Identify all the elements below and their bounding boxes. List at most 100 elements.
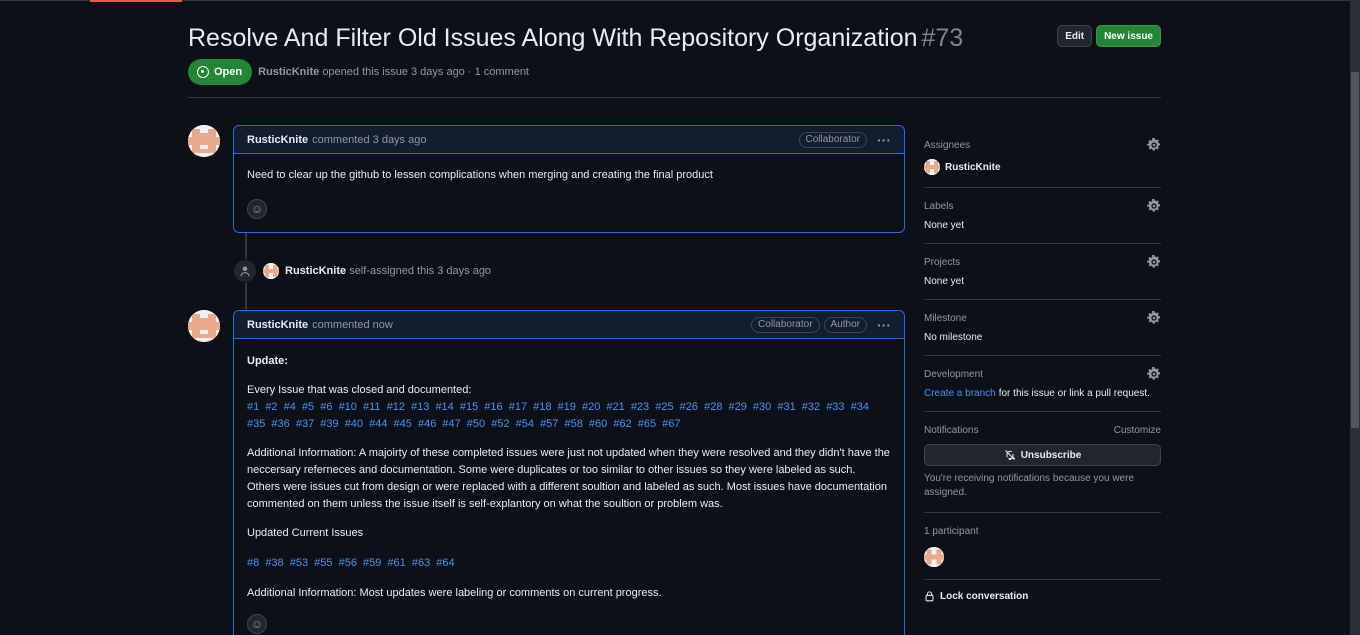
comment-author[interactable]: RusticKnite: [247, 134, 308, 146]
issue-reference-link[interactable]: #10: [339, 401, 357, 413]
scrollbar[interactable]: [1350, 0, 1360, 635]
issue-reference-link[interactable]: #46: [418, 418, 436, 430]
issue-reference-link[interactable]: #23: [631, 401, 649, 413]
comment-text: Need to clear up the github to lessen co…: [247, 169, 713, 181]
gear-icon[interactable]: [1147, 255, 1161, 269]
issue-reference-link[interactable]: #2: [265, 401, 277, 413]
issue-reference-link[interactable]: #18: [533, 401, 551, 413]
lock-conversation-link[interactable]: Lock conversation: [924, 580, 1161, 602]
issue-reference-link[interactable]: #11: [363, 401, 381, 413]
issue-sidebar: Assignees RusticKnite Labels None yet Pr…: [924, 127, 1161, 602]
issue-reference-link[interactable]: #60: [589, 418, 607, 430]
issue-reference-link[interactable]: #16: [484, 401, 502, 413]
issue-reference-link[interactable]: #64: [436, 557, 454, 569]
assignees-label: Assignees: [924, 139, 971, 151]
issue-reference-link[interactable]: #44: [369, 418, 387, 430]
issue-reference-link[interactable]: #61: [387, 557, 405, 569]
issue-reference-link[interactable]: #34: [851, 401, 869, 413]
projects-label: Projects: [924, 256, 961, 268]
comment-author[interactable]: RusticKnite: [247, 319, 308, 331]
gear-icon[interactable]: [1147, 367, 1161, 381]
issue-reference-link[interactable]: #32: [802, 401, 820, 413]
edit-button[interactable]: Edit: [1057, 25, 1093, 47]
new-issue-button[interactable]: New issue: [1096, 25, 1161, 47]
issue-reference-link[interactable]: #33: [826, 401, 844, 413]
top-border: [0, 0, 1350, 1]
issue-reference-link[interactable]: #40: [345, 418, 363, 430]
comment-timestamp[interactable]: commented now: [312, 319, 393, 331]
issue-reference-link[interactable]: #25: [655, 401, 673, 413]
issue-reference-link[interactable]: #45: [394, 418, 412, 430]
issue-reference-link[interactable]: #29: [729, 401, 747, 413]
issue-reference-link[interactable]: #36: [271, 418, 289, 430]
assignee-name[interactable]: RusticKnite: [945, 162, 1001, 173]
status-label: Open: [214, 66, 243, 78]
issue-reference-link[interactable]: #52: [491, 418, 509, 430]
issue-reference-link[interactable]: #21: [606, 401, 624, 413]
scrollbar-thumb[interactable]: [1351, 72, 1359, 428]
avatar[interactable]: [188, 310, 220, 342]
issue-reference-link[interactable]: #38: [265, 557, 283, 569]
issue-reference-link[interactable]: #37: [296, 418, 314, 430]
issue-reference-link[interactable]: #15: [460, 401, 478, 413]
event-author[interactable]: RusticKnite: [285, 265, 346, 277]
comment-timestamp[interactable]: commented 3 days ago: [312, 134, 426, 146]
kebab-menu-icon[interactable]: ···: [877, 317, 891, 333]
bell-slash-icon: [1004, 450, 1016, 461]
issue-reference-link[interactable]: #28: [704, 401, 722, 413]
avatar[interactable]: [188, 125, 220, 157]
issue-reference-link[interactable]: #8: [247, 557, 259, 569]
labels-value: None yet: [924, 220, 965, 231]
gear-icon[interactable]: [1147, 138, 1161, 152]
unsubscribe-button[interactable]: Unsubscribe: [924, 444, 1161, 466]
issue-author-link[interactable]: RusticKnite: [258, 66, 319, 78]
status-badge: Open: [188, 59, 253, 85]
issue-reference-link[interactable]: #4: [284, 401, 296, 413]
add-reaction-icon[interactable]: ☺: [247, 199, 267, 219]
issue-reference-link[interactable]: #62: [613, 418, 631, 430]
add-reaction-icon[interactable]: ☺: [247, 614, 267, 634]
kebab-menu-icon[interactable]: ···: [877, 132, 891, 148]
avatar-small[interactable]: [263, 263, 279, 279]
issue-reference-link[interactable]: #59: [363, 557, 381, 569]
issue-reference-link[interactable]: #26: [680, 401, 698, 413]
lock-label: Lock conversation: [940, 590, 1029, 602]
issue-reference-link[interactable]: #12: [387, 401, 405, 413]
issue-reference-link[interactable]: #57: [540, 418, 558, 430]
issue-reference-link[interactable]: #50: [467, 418, 485, 430]
issue-reference-link[interactable]: #20: [582, 401, 600, 413]
issue-reference-link[interactable]: #1: [247, 401, 259, 413]
issue-reference-link[interactable]: #35: [247, 418, 265, 430]
gear-icon[interactable]: [1147, 311, 1161, 325]
customize-link[interactable]: Customize: [1114, 425, 1161, 436]
issue-reference-link[interactable]: #63: [412, 557, 430, 569]
sidebar-notifications: Notifications Customize Unsubscribe You'…: [924, 412, 1161, 513]
issue-reference-link[interactable]: #5: [302, 401, 314, 413]
issue-reference-link[interactable]: #19: [558, 401, 576, 413]
gear-icon[interactable]: [1147, 199, 1161, 213]
issue-reference-link[interactable]: #53: [290, 557, 308, 569]
additional-info-1: Additional Information: A majoirty of th…: [247, 447, 890, 510]
issue-reference-link[interactable]: #58: [564, 418, 582, 430]
issue-reference-link[interactable]: #54: [516, 418, 534, 430]
create-branch-link[interactable]: Create a branch: [924, 388, 996, 399]
issue-reference-link[interactable]: #13: [411, 401, 429, 413]
development-text: for this issue or link a pull request.: [998, 388, 1150, 399]
issue-reference-link[interactable]: #17: [509, 401, 527, 413]
issue-reference-link[interactable]: #30: [753, 401, 771, 413]
issue-header: Resolve And Filter Old Issues Along With…: [188, 20, 1161, 56]
issue-reference-link[interactable]: #14: [435, 401, 453, 413]
issue-reference-link[interactable]: #47: [442, 418, 460, 430]
assignee-avatar[interactable]: [924, 159, 940, 175]
issue-reference-link[interactable]: #6: [320, 401, 332, 413]
issue-reference-link[interactable]: #67: [662, 418, 680, 430]
comment-card: RusticKnite commented 3 days ago Collabo…: [233, 125, 905, 233]
participant-avatar[interactable]: [924, 547, 944, 567]
issue-reference-link[interactable]: #65: [638, 418, 656, 430]
issue-reference-link[interactable]: #55: [314, 557, 332, 569]
current-issue-links: #8 #38 #53 #55 #56 #59 #61 #63 #64: [247, 555, 891, 572]
issue-reference-link[interactable]: #31: [777, 401, 795, 413]
issue-reference-link[interactable]: #39: [320, 418, 338, 430]
sidebar-projects: Projects None yet: [924, 244, 1161, 300]
issue-reference-link[interactable]: #56: [339, 557, 357, 569]
